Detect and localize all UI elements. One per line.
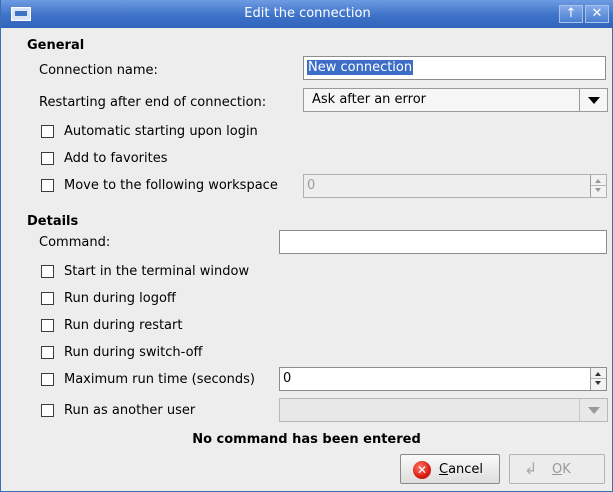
spin-divider (591, 378, 606, 379)
connection-name-value: New connection (307, 60, 414, 75)
ok-label: OK (552, 462, 571, 477)
spin-down-icon[interactable] (595, 381, 601, 385)
restart-combo[interactable]: Ask after an error (303, 88, 608, 112)
spin-up-icon[interactable] (595, 179, 601, 183)
logoff-checkbox[interactable] (41, 292, 54, 305)
terminal-label: Start in the terminal window (64, 264, 250, 279)
favorites-label: Add to favorites (64, 151, 168, 166)
restart-combo-value: Ask after an error (312, 92, 427, 107)
workspace-value: 0 (307, 178, 316, 193)
raise-button[interactable]: ↑ (559, 5, 583, 23)
connection-name-label: Connection name: (39, 63, 158, 78)
logoff-label: Run during logoff (64, 291, 176, 306)
title-bar[interactable]: Edit the connection ↑ ✕ (1, 0, 613, 28)
switchoff-checkbox[interactable] (41, 346, 54, 359)
connection-name-input[interactable]: New connection (303, 56, 606, 80)
cancel-button[interactable]: ✕ Cancel (400, 454, 500, 484)
details-heading: Details (27, 214, 79, 229)
ok-arrow-icon: ↲ (524, 459, 538, 478)
cancel-label: Cancel (439, 462, 484, 477)
workspace-label: Move to the following workspace (64, 178, 278, 193)
restart-run-checkbox[interactable] (41, 319, 54, 332)
restart-run-label: Run during restart (64, 318, 183, 333)
command-input[interactable] (279, 230, 607, 254)
spin-divider (591, 185, 606, 186)
favorites-checkbox[interactable] (41, 152, 54, 165)
ok-button[interactable]: ↲ OK (509, 454, 605, 484)
chevron-down-icon[interactable] (579, 399, 607, 421)
terminal-checkbox[interactable] (41, 265, 54, 278)
status-message: No command has been entered (192, 432, 421, 447)
switchoff-label: Run during switch-off (64, 345, 203, 360)
max-run-label: Maximum run time (seconds) (64, 372, 255, 387)
workspace-spin-buttons[interactable] (590, 175, 606, 197)
close-button[interactable]: ✕ (585, 5, 609, 23)
spin-down-icon[interactable] (595, 188, 601, 192)
another-user-checkbox[interactable] (41, 404, 54, 417)
restart-label: Restarting after end of connection: (39, 95, 267, 110)
dialog-window: Edit the connection ↑ ✕ General Connecti… (0, 0, 613, 492)
another-user-combo[interactable] (279, 398, 608, 422)
auto-start-label: Automatic starting upon login (64, 124, 258, 139)
chevron-down-icon[interactable] (579, 89, 607, 111)
workspace-spinbox[interactable]: 0 (303, 174, 607, 198)
dialog-body: General Connection name: New connection … (1, 28, 612, 491)
spin-up-icon[interactable] (595, 372, 601, 376)
cancel-icon: ✕ (413, 461, 431, 479)
auto-start-checkbox[interactable] (41, 125, 54, 138)
command-label: Command: (39, 235, 111, 250)
workspace-checkbox[interactable] (41, 179, 54, 192)
max-run-value: 0 (283, 371, 292, 386)
max-run-checkbox[interactable] (41, 373, 54, 386)
another-user-label: Run as another user (64, 403, 196, 418)
max-run-spinbox[interactable]: 0 (279, 367, 607, 391)
general-heading: General (27, 38, 85, 53)
window-title: Edit the connection (244, 6, 371, 21)
max-run-spin-buttons[interactable] (590, 368, 606, 390)
